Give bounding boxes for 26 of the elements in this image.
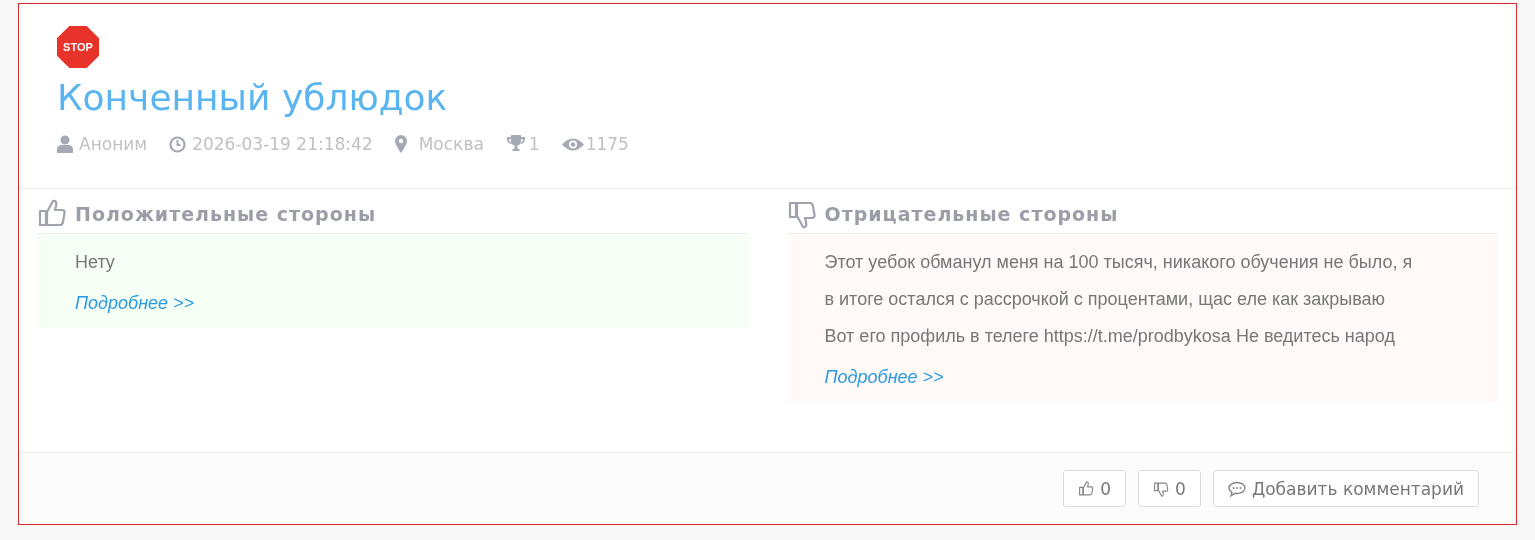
section-text: Нету [75, 251, 116, 274]
user-icon [57, 135, 73, 153]
trophy-icon [505, 135, 526, 153]
badge-label: STOP [62, 40, 94, 55]
speech-bubble-icon [1227, 480, 1246, 497]
section-heading: Положительные стороны [75, 203, 377, 225]
meta-text: 1175 [585, 134, 629, 154]
section-text: Этот уебок обманул меня на 100 тысяч, никакого обучения не было, я в итоге остался с рассрочкой с процентами, щас еле как закрываю Вот его профиль в телеге https://t.me/prodbykosa Не ведитесь народ [824, 251, 1414, 348]
more-link[interactable]: Подробнее >> [824, 367, 944, 388]
eye-icon [561, 136, 584, 152]
like-button[interactable]: 0 [1063, 470, 1127, 507]
review-title: Конченный ублюдок [57, 76, 449, 120]
dislike-button[interactable]: 0 [1138, 470, 1201, 507]
add-comment-button[interactable]: Добавить комментарий [1212, 470, 1479, 507]
map-pin-icon [394, 135, 407, 153]
thumbs-down-icon [1153, 480, 1170, 497]
meta-text: Москва [418, 134, 484, 154]
clock-icon [169, 135, 187, 153]
meta-text: 1 [528, 134, 540, 154]
thumbs-up-icon [1078, 480, 1095, 497]
meta-text: 2026-03-19 21:18:42 [192, 134, 373, 154]
meta-text: Аноним [79, 134, 148, 154]
thumbs-up-icon [37, 199, 67, 229]
more-link[interactable]: Подробнее >> [75, 293, 195, 314]
thumbs-down-icon [786, 199, 817, 229]
section-heading: Отрицательные стороны [824, 203, 1119, 225]
